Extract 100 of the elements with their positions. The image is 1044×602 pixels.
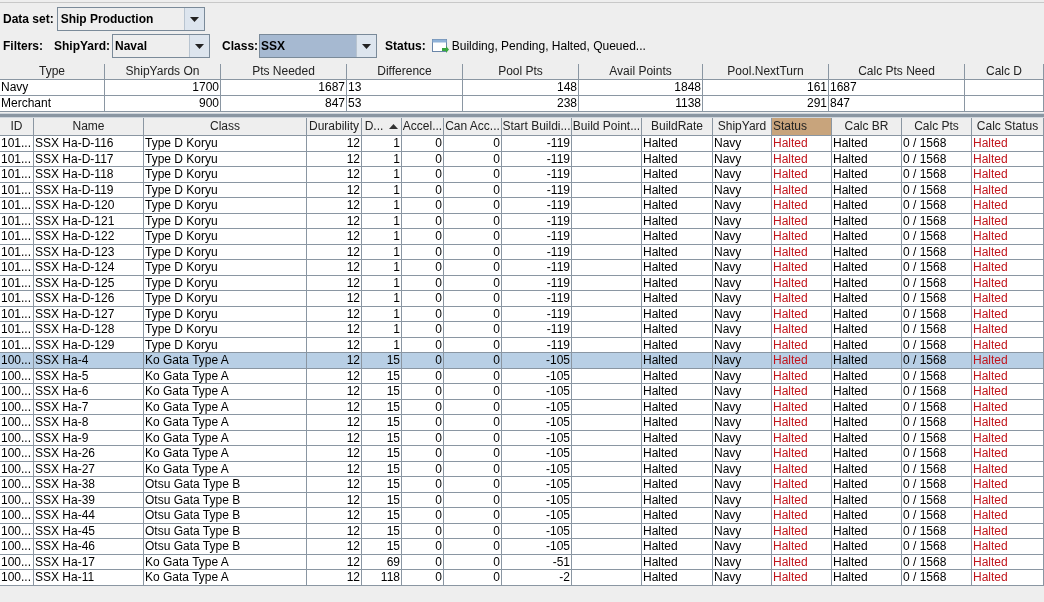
status-text: Halted <box>973 399 1008 414</box>
table-cell-text: Type D Koryu <box>145 213 218 228</box>
table-cell-text: 0 / 1568 <box>903 260 947 274</box>
table-cell-text: Ko Gata Type A <box>145 368 229 383</box>
table-cell-text: Navy <box>714 492 742 507</box>
column-header[interactable]: Build Point... <box>572 118 642 136</box>
table-cell-text: 0 <box>493 523 500 538</box>
table-cell-text: Type D Koryu <box>145 306 218 321</box>
table-cell-text: 12 <box>346 213 360 228</box>
table-cell-text: 0 <box>435 244 442 259</box>
table-cell-text: 0 / 1568 <box>903 368 947 383</box>
table-row[interactable]: 101... SSX Ha-D-116 Type D Koryu 12 1 0 0 -119 Halted Navy Halted Halted 0 / 1568 Halted <box>0 136 1044 152</box>
column-header[interactable]: D... <box>362 118 402 136</box>
table-cell-text: SSX Ha-46 <box>35 539 96 553</box>
table-cell-text: 0 <box>493 430 500 445</box>
table-cell-text: 118 <box>380 570 400 584</box>
table-row[interactable]: 101... SSX Ha-D-124 Type D Koryu 12 1 0 0 -119 Halted Navy Halted Halted 0 / 1568 Halted <box>0 260 1044 276</box>
table-cell-text: 0 <box>493 337 500 352</box>
class-dropdown[interactable]: SSX <box>259 34 378 58</box>
table-cell-text: Navy <box>714 167 742 181</box>
table-cell-text: 0 <box>493 477 500 491</box>
table-cell-text: 0 <box>493 570 500 584</box>
table-cell-text: 100... <box>1 368 32 383</box>
table-row[interactable]: 100... SSX Ha-11 Ko Gata Type A 12 118 0 0 -2 Halted Navy Halted Halted 0 / 1568 Halted <box>0 570 1044 586</box>
table-cell-text: SSX Ha-D-125 <box>35 275 115 290</box>
column-header[interactable]: Durability <box>307 118 362 136</box>
table-cell-text: Halted <box>833 415 868 429</box>
table-cell-text: SSX Ha-8 <box>35 415 89 429</box>
column-header[interactable]: ID <box>0 118 34 136</box>
table-row[interactable]: 100... SSX Ha-6 Ko Gata Type A 12 15 0 0 -105 Halted Navy Halted Halted 0 / 1568 Halted <box>0 384 1044 400</box>
table-row[interactable]: 100... SSX Ha-4 Ko Gata Type A 12 15 0 0 -105 Halted Navy Halted Halted 0 / 1568 Halted <box>0 353 1044 369</box>
table-cell-text: -105 <box>545 523 570 538</box>
column-header[interactable]: Name <box>34 118 144 136</box>
table-row[interactable]: 100... SSX Ha-26 Ko Gata Type A 12 15 0 0 -105 Halted Navy Halted Halted 0 / 1568 Halted <box>0 446 1044 462</box>
column-header[interactable]: Calc Pts <box>902 118 972 136</box>
table-cell-text: 0 / 1568 <box>903 508 947 522</box>
table-cell-text: Halted <box>833 353 868 367</box>
column-header[interactable]: BuildRate <box>642 118 713 136</box>
status-text: Halted <box>973 353 1008 367</box>
table-cell-text: 0 <box>493 151 500 166</box>
table-cell-text: SSX Ha-D-119 <box>35 182 114 197</box>
table-row[interactable]: 100... SSX Ha-38 Otsu Gata Type B 12 15 0 0 -105 Halted Navy Halted Halted 0 / 1568 Halted <box>0 477 1044 493</box>
column-header[interactable]: ShipYard <box>713 118 772 136</box>
table-cell-text: SSX Ha-27 <box>35 461 96 476</box>
table-cell-text: 101... <box>1 213 32 228</box>
table-cell-text: 12 <box>346 446 360 460</box>
table-cell-text: 0 <box>435 384 442 398</box>
column-header[interactable]: Calc BR <box>832 118 902 136</box>
table-cell-text: SSX Ha-D-118 <box>35 167 114 181</box>
table-cell-text: Ko Gata Type A <box>145 399 229 414</box>
table-cell-text: 0 / 1568 <box>903 136 947 150</box>
table-cell-text: Navy <box>714 244 742 259</box>
table-row[interactable]: 101... SSX Ha-D-122 Type D Koryu 12 1 0 0 -119 Halted Navy Halted Halted 0 / 1568 Halted <box>0 229 1044 245</box>
status-text: Halted <box>973 291 1008 305</box>
table-cell-text: 0 <box>435 260 442 274</box>
status-text: Halted <box>773 275 808 290</box>
status-filter-button[interactable]: Building, Pending, Halted, Queued... <box>431 37 646 55</box>
table-cell-text: Otsu Gata Type B <box>145 477 241 491</box>
table-cell-text: 0 / 1568 <box>903 430 947 445</box>
table-cell-text: 15 <box>386 477 400 491</box>
column-header[interactable]: Can Acc... <box>444 118 502 136</box>
column-header[interactable]: Class <box>144 118 307 136</box>
status-text: Halted <box>773 322 808 336</box>
table-cell-text: 0 <box>435 229 442 243</box>
table-cell-text: 101... <box>1 337 32 352</box>
table-row[interactable]: 100... SSX Ha-44 Otsu Gata Type B 12 15 0 0 -105 Halted Navy Halted Halted 0 / 1568 Halted <box>0 508 1044 524</box>
status-text: Halted <box>773 260 808 274</box>
table-cell-text: 15 <box>386 399 400 414</box>
table-cell-text: 0 <box>435 213 442 228</box>
table-cell-text: Navy <box>714 554 742 569</box>
table-cell-text: -105 <box>545 461 570 476</box>
table-row[interactable]: 101... SSX Ha-D-120 Type D Koryu 12 1 0 0 -119 Halted Navy Halted Halted 0 / 1568 Halted <box>0 198 1044 214</box>
table-row[interactable]: 100... SSX Ha-8 Ko Gata Type A 12 15 0 0 -105 Halted Navy Halted Halted 0 / 1568 Halted <box>0 415 1044 431</box>
status-text: Halted <box>973 492 1008 507</box>
column-header[interactable]: Calc Status <box>972 118 1044 136</box>
table-cell-text: Halted <box>643 384 678 398</box>
column-header[interactable]: Start Buildi... <box>502 118 572 136</box>
table-cell-text: 0 / 1568 <box>903 523 947 538</box>
table-row[interactable]: 100... SSX Ha-46 Otsu Gata Type B 12 15 0 0 -105 Halted Navy Halted Halted 0 / 1568 Halted <box>0 539 1044 555</box>
column-header[interactable]: Accel... <box>402 118 444 136</box>
table-cell: 53 <box>347 96 463 112</box>
status-text: Halted <box>773 523 808 538</box>
table-cell-text: 0 <box>435 508 442 522</box>
table-row[interactable]: 101... SSX Ha-D-118 Type D Koryu 12 1 0 0 -119 Halted Navy Halted Halted 0 / 1568 Halted <box>0 167 1044 183</box>
table-cell-text: 0 <box>493 275 500 290</box>
table-row[interactable]: 101... SSX Ha-D-126 Type D Koryu 12 1 0 0 -119 Halted Navy Halted Halted 0 / 1568 Halted <box>0 291 1044 307</box>
table-cell-text: Halted <box>833 492 868 507</box>
table-cell: 291 <box>703 96 829 112</box>
dataset-dropdown[interactable]: Ship Production <box>56 7 205 31</box>
column-header[interactable]: Status <box>772 118 832 136</box>
shipyard-dropdown[interactable]: Naval <box>112 34 211 58</box>
table-cell-text: SSX Ha-D-124 <box>35 260 115 274</box>
table-cell-text: Halted <box>833 384 868 398</box>
table-row[interactable]: 101... SSX Ha-D-128 Type D Koryu 12 1 0 0 -119 Halted Navy Halted Halted 0 / 1568 Halted <box>0 322 1044 338</box>
table-cell-text: 15 <box>386 384 400 398</box>
table-cell-text: 15 <box>386 415 400 429</box>
table-cell-text: 12 <box>346 136 360 150</box>
table-cell-text: 0 / 1568 <box>903 306 947 321</box>
table-cell-text: Halted <box>643 446 678 460</box>
status-text: Halted <box>973 554 1008 569</box>
